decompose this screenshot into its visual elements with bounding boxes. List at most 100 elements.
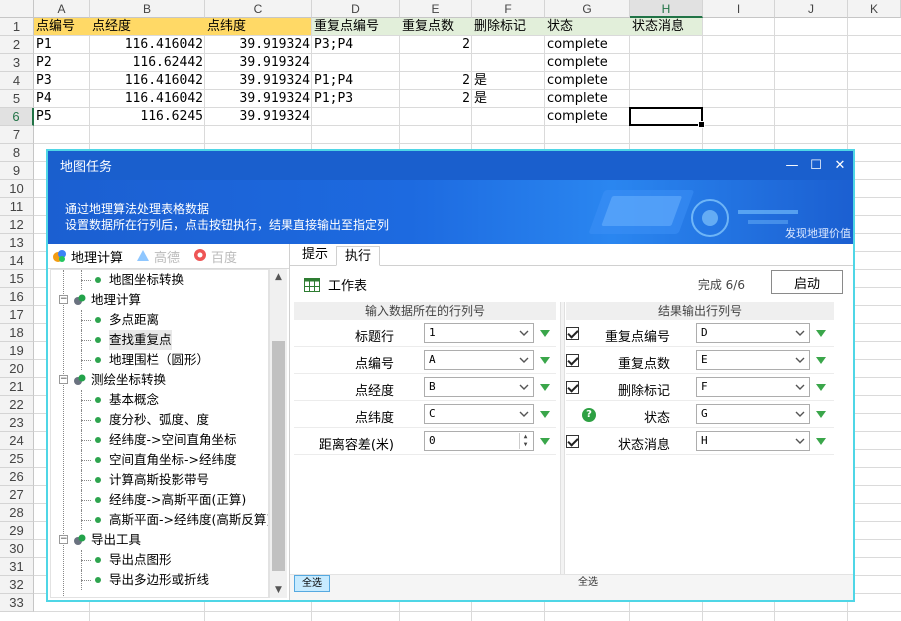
minimize-button[interactable]: — [781, 158, 803, 173]
cell[interactable]: 是 [472, 72, 545, 90]
row-header-16[interactable]: 16 [0, 288, 34, 306]
input-column-select[interactable]: 1 [424, 323, 534, 343]
select-all-corner[interactable] [0, 0, 34, 18]
cell[interactable]: 39.919324 [205, 54, 312, 72]
select-all-right-button[interactable]: 全选 [570, 575, 606, 592]
output-checkbox[interactable] [566, 435, 579, 448]
row-header-25[interactable]: 25 [0, 450, 34, 468]
stepper-buttons[interactable]: ▲ ▼ [519, 433, 531, 449]
output-column-select[interactable]: E [696, 350, 810, 370]
tree-item[interactable]: 计算高斯投影带号 [51, 470, 268, 490]
row-header-4[interactable]: 4 [0, 72, 34, 90]
tree-item[interactable]: − 导出工具 [51, 530, 268, 550]
expand-triangle-icon[interactable] [816, 384, 826, 391]
cell[interactable] [472, 108, 545, 126]
row-header-7[interactable]: 7 [0, 126, 34, 144]
expand-triangle-icon[interactable] [816, 330, 826, 337]
row-header-26[interactable]: 26 [0, 468, 34, 486]
row-header-28[interactable]: 28 [0, 504, 34, 522]
row-header-12[interactable]: 12 [0, 216, 34, 234]
row-header-11[interactable]: 11 [0, 198, 34, 216]
cell[interactable]: P1;P4 [312, 72, 400, 90]
worksheet-selector[interactable]: 工作表 [304, 275, 367, 294]
row-header-19[interactable]: 19 [0, 342, 34, 360]
close-button[interactable]: ✕ [829, 158, 851, 173]
input-column-select[interactable]: C [424, 404, 534, 424]
expand-triangle-icon[interactable] [816, 411, 826, 418]
cell[interactable]: P3;P4 [312, 36, 400, 54]
row-header-20[interactable]: 20 [0, 360, 34, 378]
distance-tolerance-stepper[interactable]: 0 ▲ ▼ [424, 431, 534, 451]
cell-header[interactable]: 点编号 [34, 18, 90, 36]
column-header-E[interactable]: E [400, 0, 472, 18]
tree-item[interactable]: − 地理计算 [51, 290, 268, 310]
output-checkbox[interactable] [566, 354, 579, 367]
output-checkbox[interactable] [566, 327, 579, 340]
dialog-titlebar[interactable]: 地图任务 — ☐ ✕ [48, 151, 853, 180]
selected-cell[interactable] [629, 107, 705, 128]
column-header-I[interactable]: I [703, 0, 775, 18]
cell[interactable]: 116.416042 [90, 72, 205, 90]
column-header-F[interactable]: F [472, 0, 545, 18]
expand-triangle-icon[interactable] [540, 411, 550, 418]
cell[interactable] [630, 54, 703, 72]
expand-triangle-icon[interactable] [540, 330, 550, 337]
row-header-24[interactable]: 24 [0, 432, 34, 450]
row-header-6[interactable]: 6 [0, 108, 34, 126]
cell[interactable]: complete [545, 54, 630, 72]
tree-item[interactable]: 空间直角坐标->经纬度 [51, 450, 268, 470]
row-header-30[interactable]: 30 [0, 540, 34, 558]
cell-header[interactable]: 重复点数 [400, 18, 472, 36]
tree-scrollbar[interactable]: ▲ ▼ [269, 269, 287, 598]
cell[interactable]: P1;P3 [312, 90, 400, 108]
cell[interactable] [630, 72, 703, 90]
column-header-A[interactable]: A [34, 0, 90, 18]
collapse-icon[interactable]: − [59, 535, 68, 544]
column-header-K[interactable]: K [848, 0, 901, 18]
cell[interactable]: complete [545, 72, 630, 90]
row-header-23[interactable]: 23 [0, 414, 34, 432]
cell[interactable]: P5 [34, 108, 90, 126]
row-header-27[interactable]: 27 [0, 486, 34, 504]
tree-item[interactable]: 高斯平面->经纬度(高斯反算) [51, 510, 268, 530]
tree-item[interactable]: 地理围栏（圆形） [51, 350, 268, 370]
cell[interactable] [630, 36, 703, 54]
cell[interactable]: 2 [400, 36, 472, 54]
cell[interactable]: P4 [34, 90, 90, 108]
tree-item[interactable]: 导出多边形或折线 [51, 570, 268, 590]
cell[interactable]: 116.416042 [90, 90, 205, 108]
cell[interactable] [400, 54, 472, 72]
cell[interactable] [630, 90, 703, 108]
tab-geo-calc[interactable]: 地理计算 [52, 247, 123, 266]
cell[interactable]: P1 [34, 36, 90, 54]
collapse-icon[interactable]: − [59, 375, 68, 384]
tab-hint[interactable]: 提示 [294, 245, 336, 265]
row-header-2[interactable]: 2 [0, 36, 34, 54]
row-header-13[interactable]: 13 [0, 234, 34, 252]
tree-item[interactable]: 地图坐标转换 [51, 270, 268, 290]
cell-header[interactable]: 状态 [545, 18, 630, 36]
expand-triangle-icon[interactable] [816, 357, 826, 364]
scroll-thumb[interactable] [272, 341, 285, 571]
row-header-33[interactable]: 33 [0, 594, 34, 612]
help-icon[interactable]: ? [582, 408, 596, 422]
maximize-button[interactable]: ☐ [805, 158, 827, 173]
expand-triangle-icon[interactable] [540, 438, 550, 445]
row-header-31[interactable]: 31 [0, 558, 34, 576]
decrement-icon[interactable]: ▼ [520, 441, 531, 449]
tab-execute[interactable]: 执行 [336, 246, 381, 266]
row-header-14[interactable]: 14 [0, 252, 34, 270]
cell[interactable]: 2 [400, 90, 472, 108]
cell[interactable]: 39.919324 [205, 90, 312, 108]
row-header-22[interactable]: 22 [0, 396, 34, 414]
cell[interactable]: 39.919324 [205, 108, 312, 126]
collapse-icon[interactable]: − [59, 295, 68, 304]
section-splitter[interactable] [560, 302, 565, 592]
tree-item[interactable]: 多点距离 [51, 310, 268, 330]
cell[interactable] [472, 36, 545, 54]
tree-item[interactable]: 经纬度->高斯平面(正算) [51, 490, 268, 510]
scroll-down-icon[interactable]: ▼ [270, 582, 287, 598]
row-header-8[interactable]: 8 [0, 144, 34, 162]
output-column-select[interactable]: H [696, 431, 810, 451]
row-header-18[interactable]: 18 [0, 324, 34, 342]
